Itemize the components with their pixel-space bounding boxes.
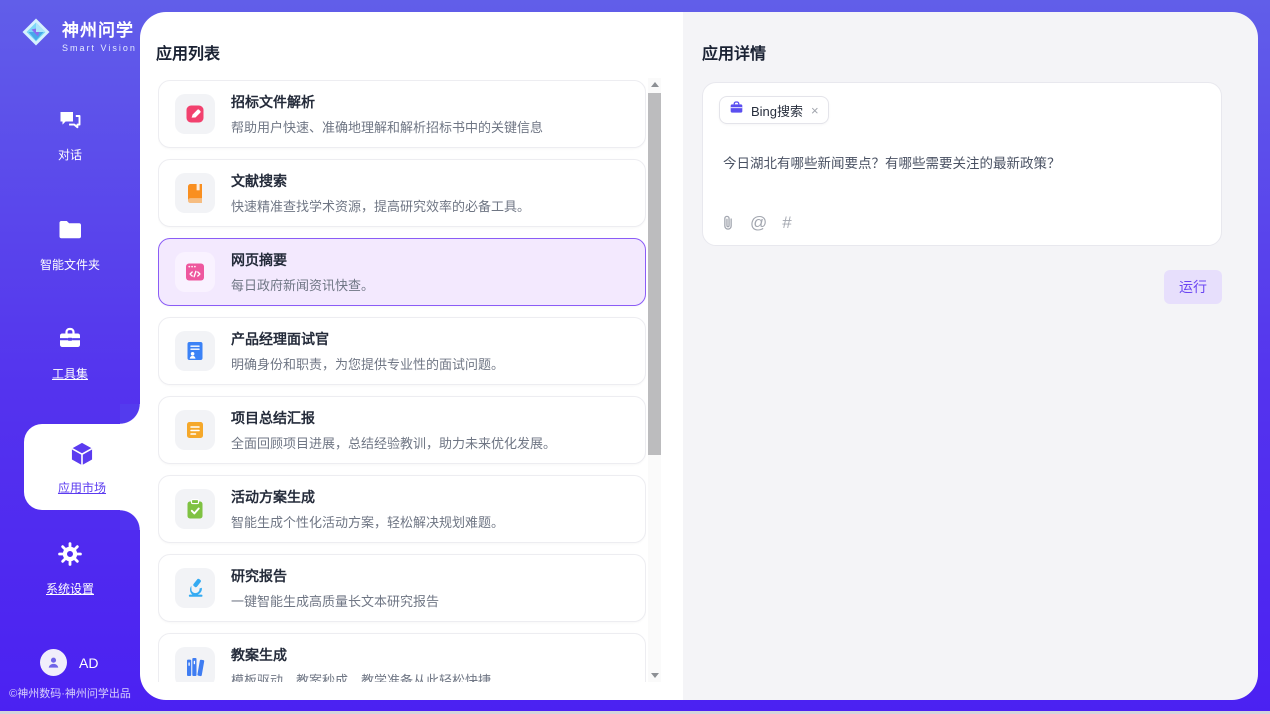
app-card-title: 文献搜索 xyxy=(231,171,530,191)
app-card-meta: 文献搜索快速精准查找学术资源，提高研究效率的必备工具。 xyxy=(231,171,530,215)
memo-icon xyxy=(175,410,215,450)
run-button[interactable]: 运行 xyxy=(1164,270,1222,304)
app-card[interactable]: 活动方案生成智能生成个性化活动方案，轻松解决规划难题。 xyxy=(158,475,646,543)
app-card-title: 研究报告 xyxy=(231,566,439,586)
app-card-description: 明确身份和职责，为您提供专业性的面试问题。 xyxy=(231,354,504,373)
hash-icon[interactable]: # xyxy=(782,213,791,233)
app-card-description: 智能生成个性化活动方案，轻松解决规划难题。 xyxy=(231,512,504,531)
sidebar: 神州问学 Smart Vision 对话智能文件夹工具集应用市场系统设置 AD … xyxy=(0,0,140,714)
copyright-footer: ©神州数码·神州问学出品 xyxy=(0,685,140,701)
app-card[interactable]: 项目总结汇报全面回顾项目进展，总结经验教训，助力未来优化发展。 xyxy=(158,396,646,464)
scrollbar xyxy=(648,78,661,682)
sidebar-item-folders[interactable]: 智能文件夹 xyxy=(0,216,140,273)
interview-doc-icon xyxy=(175,331,215,371)
user-initials: AD xyxy=(79,655,98,671)
scrollbar-down-arrow[interactable] xyxy=(648,669,661,682)
prompt-text[interactable]: 今日湖北有哪些新闻要点？有哪些需要关注的最新政策？ xyxy=(723,152,1205,172)
app-card-description: 帮助用户快速、准确地理解和解析招标书中的关键信息 xyxy=(231,117,543,136)
app-card[interactable]: 网页摘要每日政府新闻资讯快查。 xyxy=(158,238,646,306)
close-icon[interactable]: × xyxy=(811,104,819,117)
app-card[interactable]: 招标文件解析帮助用户快速、准确地理解和解析招标书中的关键信息 xyxy=(158,80,646,148)
microscope-icon xyxy=(175,568,215,608)
app-card-title: 教案生成 xyxy=(231,645,491,665)
app-card[interactable]: 研究报告一键智能生成高质量长文本研究报告 xyxy=(158,554,646,622)
clipboard-check-icon xyxy=(175,489,215,529)
scrollbar-up-arrow[interactable] xyxy=(648,78,661,91)
app-card[interactable]: 文献搜索快速精准查找学术资源，提高研究效率的必备工具。 xyxy=(158,159,646,227)
app-card-meta: 网页摘要每日政府新闻资讯快查。 xyxy=(231,250,374,294)
tool-tag-bing-search[interactable]: Bing搜索 × xyxy=(719,96,829,124)
at-icon[interactable]: @ xyxy=(750,213,767,233)
app-detail-panel: 应用详情 Bing搜索 × 今日湖北有哪些新闻要点？有哪些需要关注的最新政策？ … xyxy=(683,12,1258,700)
app-card-meta: 招标文件解析帮助用户快速、准确地理解和解析招标书中的关键信息 xyxy=(231,92,543,136)
app-card-description: 模板驱动，教案秒成，教学准备从此轻松快捷 xyxy=(231,670,491,682)
app-detail-title: 应用详情 xyxy=(702,40,766,64)
tool-tag-label: Bing搜索 xyxy=(751,101,803,120)
composer-toolbar: @# xyxy=(721,213,792,233)
sidebar-item-label: 对话 xyxy=(58,146,82,163)
scrollbar-thumb[interactable] xyxy=(648,93,661,455)
app-card-description: 一键智能生成高质量长文本研究报告 xyxy=(231,591,439,610)
browser-code-icon xyxy=(175,252,215,292)
app-card-meta: 教案生成模板驱动，教案秒成，教学准备从此轻松快捷 xyxy=(231,645,491,682)
app-card-meta: 研究报告一键智能生成高质量长文本研究报告 xyxy=(231,566,439,610)
sidebar-item-label: 工具集 xyxy=(52,365,88,382)
sidebar-item-label: 智能文件夹 xyxy=(40,256,100,273)
main-content: 应用列表 招标文件解析帮助用户快速、准确地理解和解析招标书中的关键信息文献搜索快… xyxy=(140,12,1258,700)
app-card[interactable]: 产品经理面试官明确身份和职责，为您提供专业性的面试问题。 xyxy=(158,317,646,385)
gear-icon xyxy=(56,540,84,573)
sidebar-item-label: 应用市场 xyxy=(58,479,106,496)
books-icon xyxy=(175,647,215,682)
app-card-description: 全面回顾项目进展，总结经验教训，助力未来优化发展。 xyxy=(231,433,556,452)
app-card-meta: 产品经理面试官明确身份和职责，为您提供专业性的面试问题。 xyxy=(231,329,504,373)
sidebar-item-settings[interactable]: 系统设置 xyxy=(0,540,140,597)
run-row: 运行 xyxy=(702,270,1222,304)
sidebar-item-market[interactable]: 应用市场 xyxy=(24,424,140,510)
paperclip-icon[interactable] xyxy=(721,214,735,232)
brand-logo: 神州问学 Smart Vision xyxy=(18,14,137,55)
app-card-title: 活动方案生成 xyxy=(231,487,504,507)
app-card-title: 项目总结汇报 xyxy=(231,408,556,428)
briefcase-icon xyxy=(729,100,744,120)
avatar xyxy=(40,649,67,676)
app-frame: 神州问学 Smart Vision 对话智能文件夹工具集应用市场系统设置 AD … xyxy=(0,0,1270,714)
app-card-description: 每日政府新闻资讯快查。 xyxy=(231,275,374,294)
brand-subtitle: Smart Vision xyxy=(62,43,137,53)
prompt-composer: Bing搜索 × 今日湖北有哪些新闻要点？有哪些需要关注的最新政策？ @# xyxy=(702,82,1222,246)
cube-icon xyxy=(67,439,97,474)
user-chip[interactable]: AD xyxy=(40,649,98,676)
app-card[interactable]: 教案生成模板驱动，教案秒成，教学准备从此轻松快捷 xyxy=(158,633,646,682)
app-card-title: 网页摘要 xyxy=(231,250,374,270)
app-card-title: 产品经理面试官 xyxy=(231,329,504,349)
sidebar-item-tools[interactable]: 工具集 xyxy=(0,325,140,382)
book-icon xyxy=(175,173,215,213)
app-list-title: 应用列表 xyxy=(156,40,220,64)
app-card-title: 招标文件解析 xyxy=(231,92,543,112)
app-card-meta: 活动方案生成智能生成个性化活动方案，轻松解决规划难题。 xyxy=(231,487,504,531)
app-list-panel: 应用列表 招标文件解析帮助用户快速、准确地理解和解析招标书中的关键信息文献搜索快… xyxy=(140,12,683,700)
app-card-description: 快速精准查找学术资源，提高研究效率的必备工具。 xyxy=(231,196,530,215)
sidebar-item-chat[interactable]: 对话 xyxy=(0,106,140,163)
brand-diamond-icon xyxy=(18,14,54,55)
folder-icon xyxy=(56,216,84,249)
sidebar-item-label: 系统设置 xyxy=(46,580,94,597)
chat-icon xyxy=(56,106,84,139)
app-card-list: 招标文件解析帮助用户快速、准确地理解和解析招标书中的关键信息文献搜索快速精准查找… xyxy=(158,80,646,682)
doc-edit-icon xyxy=(175,94,215,134)
app-card-meta: 项目总结汇报全面回顾项目进展，总结经验教训，助力未来优化发展。 xyxy=(231,408,556,452)
brand-name: 神州问学 xyxy=(62,16,137,41)
toolbox-icon xyxy=(56,325,84,358)
